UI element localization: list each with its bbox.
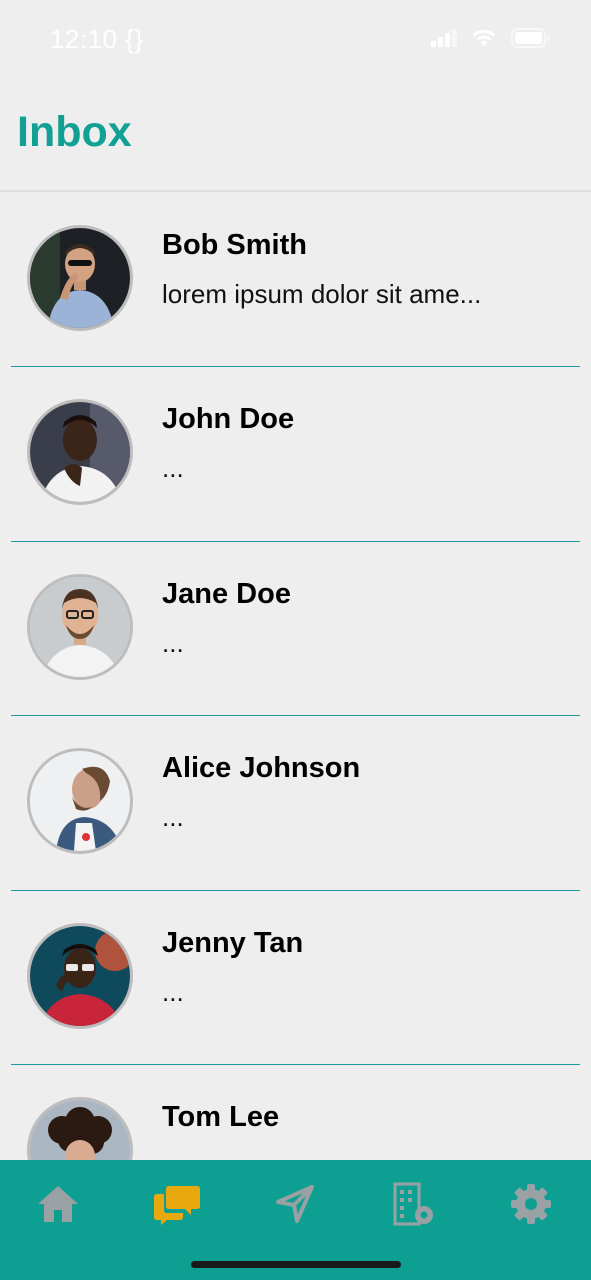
status-icons xyxy=(431,28,551,48)
tab-explore[interactable] xyxy=(265,1174,325,1234)
message-preview: ... xyxy=(162,802,184,833)
conversation-list[interactable]: Bob Smith lorem ipsum dolor sit ame... J… xyxy=(0,193,591,1160)
conversation-row[interactable]: John Doe ... xyxy=(11,367,580,542)
status-bar: 12:10 {} xyxy=(0,0,591,80)
tab-settings[interactable] xyxy=(501,1174,561,1234)
conversation-row[interactable]: Tom Lee xyxy=(11,1065,580,1160)
inbox-screen: 12:10 {} Inbox Bob Smith lorem ipsum dol… xyxy=(0,0,591,1280)
conversation-row[interactable]: Alice Johnson ... xyxy=(11,716,580,891)
message-preview: ... xyxy=(162,976,184,1007)
contact-name: Jane Doe xyxy=(162,577,291,610)
chat-bubbles-icon xyxy=(154,1186,200,1225)
message-preview: lorem ipsum dolor sit ame... xyxy=(162,279,482,309)
avatar xyxy=(27,573,133,680)
contact-name: Alice Johnson xyxy=(162,752,361,785)
conversation-row[interactable]: Jane Doe ... xyxy=(11,542,580,717)
header: Inbox xyxy=(0,80,591,192)
cellular-signal-icon xyxy=(431,29,457,47)
tab-home[interactable] xyxy=(28,1174,88,1234)
contact-name: Tom Lee xyxy=(162,1100,280,1133)
conversation-row[interactable]: Bob Smith lorem ipsum dolor sit ame... xyxy=(11,193,580,368)
wifi-icon xyxy=(472,29,496,46)
page-title: Inbox xyxy=(17,108,132,156)
contact-name: Bob Smith xyxy=(162,229,307,261)
tab-organization[interactable] xyxy=(383,1174,443,1234)
contact-name: Jenny Tan xyxy=(162,926,304,959)
avatar xyxy=(27,225,133,331)
home-icon xyxy=(38,1186,78,1222)
avatar xyxy=(27,399,133,506)
avatar xyxy=(27,748,133,855)
avatar xyxy=(27,1096,133,1160)
battery-icon xyxy=(511,28,550,48)
gear-icon xyxy=(511,1184,551,1224)
tab-messages[interactable] xyxy=(147,1174,207,1234)
building-settings-icon xyxy=(393,1182,433,1226)
conversation-row[interactable]: Jenny Tan ... xyxy=(11,891,580,1065)
status-time: 12:10 {} xyxy=(50,24,144,54)
navigation-arrow-icon xyxy=(276,1185,314,1223)
contact-name: John Doe xyxy=(162,403,295,436)
home-indicator[interactable] xyxy=(191,1261,401,1268)
avatar xyxy=(27,922,133,1029)
message-preview: ... xyxy=(162,453,184,484)
message-preview: ... xyxy=(162,627,184,658)
